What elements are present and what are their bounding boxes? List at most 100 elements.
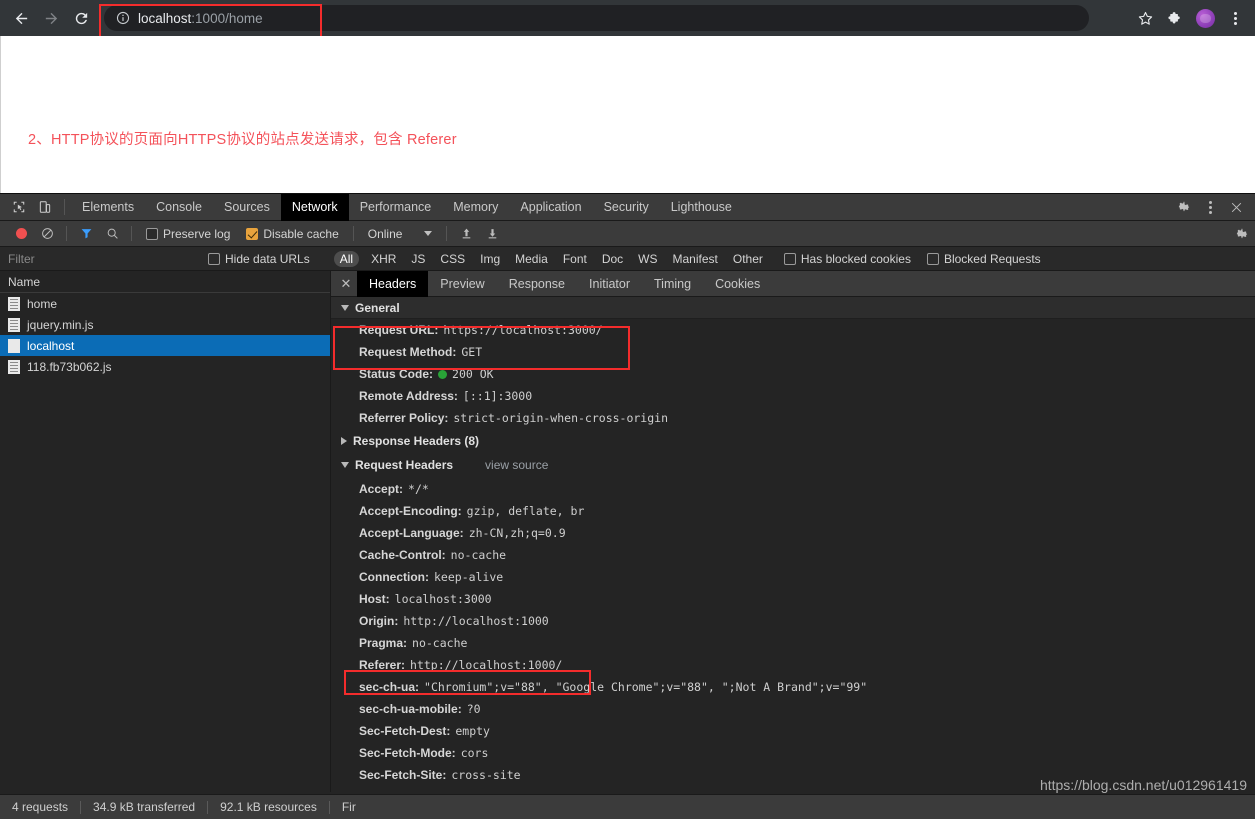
resource-type-filters: All XHR JS CSS Img Media Font Doc WS Man… bbox=[333, 250, 766, 267]
table-row[interactable]: jquery.min.js bbox=[0, 314, 330, 335]
table-row[interactable]: home bbox=[0, 293, 330, 314]
detail-tab-headers[interactable]: Headers bbox=[357, 271, 429, 297]
header-value: ?0 bbox=[466, 702, 481, 716]
filter-type-ws[interactable]: WS bbox=[635, 251, 660, 267]
address-bar[interactable]: localhost:1000/home bbox=[104, 5, 1089, 31]
field-value: strict-origin-when-cross-origin bbox=[453, 411, 669, 425]
device-toolbar-button[interactable] bbox=[32, 196, 58, 218]
reload-icon bbox=[75, 12, 87, 24]
tab-console[interactable]: Console bbox=[145, 194, 213, 221]
section-general-header[interactable]: General bbox=[331, 297, 1255, 319]
extensions-button[interactable] bbox=[1161, 4, 1189, 32]
detail-close-button[interactable]: ✕ bbox=[335, 276, 357, 292]
filter-type-manifest[interactable]: Manifest bbox=[670, 251, 721, 267]
devtools-close-button[interactable] bbox=[1223, 196, 1249, 218]
has-blocked-cookies-checkbox[interactable]: Has blocked cookies bbox=[776, 252, 919, 266]
devtools-settings-button[interactable] bbox=[1171, 196, 1197, 218]
checkbox-box bbox=[926, 252, 939, 265]
blocked-requests-checkbox[interactable]: Blocked Requests bbox=[919, 252, 1049, 266]
arrow-right-icon bbox=[45, 12, 57, 24]
watermark-text: https://blog.csdn.net/u012961419 bbox=[1039, 777, 1247, 793]
chrome-menu-button[interactable] bbox=[1221, 4, 1249, 32]
devtools-panel: Elements Console Sources Network Perform… bbox=[0, 193, 1255, 819]
throttling-value: Online bbox=[367, 226, 403, 241]
filter-type-all[interactable]: All bbox=[333, 250, 360, 267]
clear-button[interactable] bbox=[34, 223, 60, 245]
filter-type-media[interactable]: Media bbox=[512, 251, 551, 267]
network-settings-button[interactable] bbox=[1229, 223, 1255, 245]
import-har-button[interactable] bbox=[453, 223, 479, 245]
section-request-headers[interactable]: Request Headers view source bbox=[331, 452, 1255, 478]
divider bbox=[66, 226, 67, 241]
divider bbox=[352, 226, 354, 241]
header-sec-fetch-dest: Sec-Fetch-Dest: empty bbox=[331, 720, 1255, 742]
request-name: 118.fb73b062.js bbox=[27, 359, 112, 374]
search-icon bbox=[107, 228, 118, 239]
filter-type-css[interactable]: CSS bbox=[437, 251, 468, 267]
filter-toggle-button[interactable] bbox=[73, 223, 99, 245]
header-connection: Connection: keep-alive bbox=[331, 566, 1255, 588]
preserve-log-label: Preserve log bbox=[163, 226, 231, 241]
three-dot-menu-icon bbox=[1233, 11, 1237, 25]
bookmark-button[interactable] bbox=[1131, 4, 1159, 32]
filter-type-other[interactable]: Other bbox=[730, 251, 766, 267]
section-response-headers[interactable]: Response Headers (8) bbox=[331, 429, 1255, 452]
detail-tab-initiator[interactable]: Initiator bbox=[577, 271, 642, 297]
detail-tab-cookies[interactable]: Cookies bbox=[703, 271, 772, 297]
status-resources: 92.1 kB resources bbox=[220, 800, 317, 814]
section-response-headers-title: Response Headers (8) bbox=[353, 433, 480, 448]
filter-type-js[interactable]: JS bbox=[408, 251, 428, 267]
upload-arrow-icon bbox=[462, 228, 471, 239]
hide-data-urls-label: Hide data URLs bbox=[225, 251, 310, 266]
view-source-link[interactable]: view source bbox=[485, 458, 548, 472]
filter-type-xhr[interactable]: XHR bbox=[368, 251, 399, 267]
network-statusbar: 4 requests 34.9 kB transferred 92.1 kB r… bbox=[0, 794, 1255, 819]
tab-sources[interactable]: Sources bbox=[213, 194, 281, 221]
script-icon bbox=[8, 317, 20, 332]
record-button[interactable] bbox=[8, 223, 34, 245]
checkbox-box bbox=[208, 252, 220, 265]
filter-type-doc[interactable]: Doc bbox=[599, 251, 626, 267]
table-row[interactable]: 118.fb73b062.js bbox=[0, 356, 330, 377]
preserve-log-checkbox[interactable]: Preserve log bbox=[138, 227, 238, 241]
devtools-more-button[interactable] bbox=[1197, 196, 1223, 218]
info-circle-icon[interactable] bbox=[116, 11, 130, 25]
detail-tabbar: ✕ Headers Preview Response Initiator Tim… bbox=[331, 271, 1255, 297]
profile-button[interactable] bbox=[1191, 4, 1219, 32]
download-arrow-icon bbox=[488, 229, 497, 239]
detail-tab-response[interactable]: Response bbox=[497, 271, 577, 297]
inspect-element-button[interactable] bbox=[6, 196, 32, 218]
filter-type-font[interactable]: Font bbox=[560, 251, 590, 267]
table-row[interactable]: localhost bbox=[0, 335, 330, 356]
tab-application[interactable]: Application bbox=[509, 194, 592, 221]
disable-cache-checkbox[interactable]: Disable cache bbox=[238, 227, 346, 241]
request-name: jquery.min.js bbox=[27, 317, 94, 332]
chevron-down-icon bbox=[424, 231, 433, 236]
url-text: localhost:1000/home bbox=[138, 11, 263, 26]
hide-data-urls-checkbox[interactable]: Hide data URLs bbox=[200, 252, 318, 266]
detail-tab-timing[interactable]: Timing bbox=[642, 271, 703, 297]
tab-performance[interactable]: Performance bbox=[349, 194, 443, 221]
export-har-button[interactable] bbox=[479, 223, 505, 245]
filter-type-img[interactable]: Img bbox=[477, 251, 503, 267]
throttling-select[interactable]: Online bbox=[360, 227, 441, 241]
tab-elements[interactable]: Elements bbox=[71, 194, 145, 221]
status-finish: Fir bbox=[341, 800, 356, 814]
tab-lighthouse[interactable]: Lighthouse bbox=[660, 194, 743, 221]
search-button[interactable] bbox=[99, 223, 125, 245]
disable-cache-label: Disable cache bbox=[263, 226, 339, 241]
header-name: Origin: bbox=[359, 614, 399, 628]
inspect-element-icon bbox=[13, 201, 25, 213]
tab-network[interactable]: Network bbox=[280, 193, 349, 221]
back-button[interactable] bbox=[6, 3, 36, 33]
header-sec-ch-ua: sec-ch-ua: "Chromium";v="88", "Google Ch… bbox=[331, 676, 1255, 698]
tab-security[interactable]: Security bbox=[593, 194, 660, 221]
forward-button[interactable] bbox=[36, 3, 66, 33]
filter-input[interactable]: Filter bbox=[0, 252, 200, 266]
header-name: Pragma: bbox=[359, 636, 408, 650]
column-header-name[interactable]: Name bbox=[0, 271, 330, 293]
reload-button[interactable] bbox=[66, 3, 96, 33]
tab-memory[interactable]: Memory bbox=[442, 194, 509, 221]
header-value: http://localhost:1000 bbox=[403, 614, 549, 628]
detail-tab-preview[interactable]: Preview bbox=[428, 271, 496, 297]
